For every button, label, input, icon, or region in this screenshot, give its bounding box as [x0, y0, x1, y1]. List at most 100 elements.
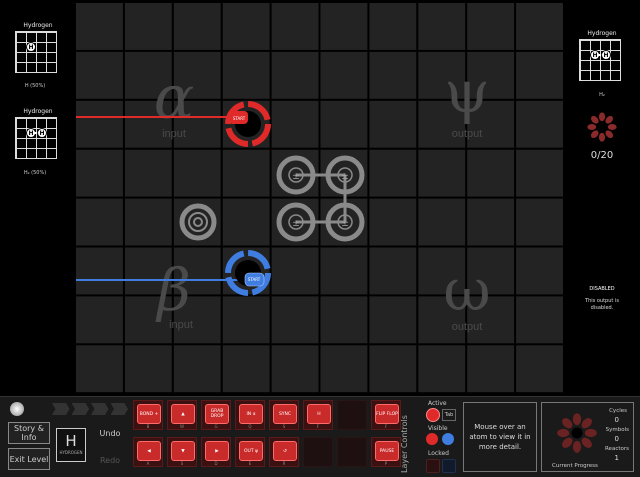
reactor-tile[interactable] [76, 3, 123, 50]
reactor-tile[interactable] [369, 198, 417, 246]
instruction-bottom-0[interactable]: ◀ A [133, 437, 163, 467]
reactor-tile[interactable] [124, 345, 172, 393]
reactor-tile[interactable] [76, 51, 123, 99]
cycles-value: 0 [614, 416, 619, 424]
reactor-tile[interactable] [467, 345, 515, 393]
reactor-tile[interactable] [173, 3, 221, 50]
instruction-hotkey: B [146, 424, 150, 429]
instruction-top-5[interactable]: HF [303, 400, 333, 430]
reactor-tile[interactable] [320, 296, 368, 344]
instruction-top-6[interactable] [337, 400, 367, 430]
reactor-tile[interactable] [271, 247, 319, 295]
reactor-tile[interactable] [76, 345, 123, 393]
locked-red-toggle[interactable] [426, 459, 440, 473]
reactor-tile[interactable] [76, 149, 123, 197]
instruction-top-4[interactable]: SYNC S [269, 400, 299, 430]
reactor-tile[interactable] [369, 296, 417, 344]
reactor-tile[interactable] [320, 51, 368, 99]
reactor-grid[interactable]: α input ψ output β input ω output START … [0, 0, 640, 400]
reactor-tile[interactable] [76, 247, 123, 295]
speed-arrows[interactable] [52, 403, 128, 415]
current-progress-icon [557, 413, 597, 453]
reactor-tile[interactable] [271, 345, 319, 393]
instruction-top-1[interactable]: ▲ W [167, 400, 197, 430]
reactor-tile[interactable] [369, 100, 417, 148]
reactor-tile[interactable] [320, 345, 368, 393]
instruction-top-3[interactable]: IN αQ [235, 400, 265, 430]
reactor-tile[interactable] [320, 100, 368, 148]
instruction-label: IN α [239, 404, 263, 424]
reactor-tile[interactable] [76, 296, 123, 344]
reactor-tile[interactable] [222, 51, 270, 99]
instruction-bottom-3[interactable]: OUT ψE [235, 437, 265, 467]
reactor-tile[interactable] [418, 3, 466, 50]
reactor-tile[interactable] [516, 296, 563, 344]
reactor-tile[interactable] [222, 296, 270, 344]
reactor-tile[interactable] [467, 198, 515, 246]
reactor-tile[interactable] [76, 100, 123, 148]
instruction-bottom-7[interactable]: PAUSE P [371, 437, 401, 467]
reactor-tile[interactable] [516, 345, 563, 393]
reactor-tile[interactable] [467, 3, 515, 50]
instruction-bottom-2[interactable]: ▶ D [201, 437, 231, 467]
reactor-tile[interactable] [222, 345, 270, 393]
reactor-tile[interactable] [222, 3, 270, 50]
reactor-tile[interactable] [418, 149, 466, 197]
instruction-top-2[interactable]: GRAB DROP G [201, 400, 231, 430]
locked-blue-toggle[interactable] [442, 459, 456, 473]
reactor-tile[interactable] [222, 149, 270, 197]
reactor-tile[interactable] [76, 198, 123, 246]
reactor-tile[interactable] [124, 3, 172, 50]
reactor-tile[interactable] [271, 296, 319, 344]
reactor-tile[interactable] [516, 247, 563, 295]
reactor-tile[interactable] [320, 247, 368, 295]
reactor-tile[interactable] [369, 149, 417, 197]
instruction-bottom-5[interactable] [303, 437, 333, 467]
reactor-tile[interactable] [369, 51, 417, 99]
reactor-tile[interactable] [173, 345, 221, 393]
reactor-tile[interactable] [516, 3, 563, 50]
active-label: Active [428, 400, 447, 407]
instruction-bottom-1[interactable]: ▼ S [167, 437, 197, 467]
reactor-tile[interactable] [516, 149, 563, 197]
exit-level-button[interactable]: Exit Level [8, 448, 50, 470]
reactor-tile[interactable] [418, 345, 466, 393]
reactor-tile[interactable] [516, 51, 563, 99]
instruction-top-0[interactable]: BOND + B [133, 400, 163, 430]
element-name: HYDROGEN [59, 450, 83, 455]
output-panel: Hydrogen H H H₂ 0/20 DISABLED This outpu… [565, 0, 640, 395]
reactor-tile[interactable] [271, 100, 319, 148]
reactor-tile[interactable] [124, 149, 172, 197]
reactor-tile[interactable] [418, 198, 466, 246]
active-red-waldo[interactable] [426, 408, 440, 422]
instruction-bottom-4[interactable]: ↺ R [269, 437, 299, 467]
reactor-tile[interactable] [320, 3, 368, 50]
output-psi-molecule-grid[interactable]: H H [579, 39, 621, 81]
progress-petal [562, 418, 573, 429]
undo-button[interactable]: Undo [92, 422, 128, 444]
reactor-tile[interactable] [271, 51, 319, 99]
reactor-tile[interactable] [369, 345, 417, 393]
instruction-label: ▼ [171, 441, 195, 461]
redo-button[interactable]: Redo [92, 450, 128, 470]
visible-red-toggle[interactable] [426, 433, 438, 445]
story-info-button[interactable]: Story & Info [8, 422, 50, 444]
reactor-tile[interactable] [124, 198, 172, 246]
visible-blue-toggle[interactable] [442, 433, 454, 445]
instruction-bottom-6[interactable] [337, 437, 367, 467]
reactor-tile[interactable] [173, 149, 221, 197]
reactor-tile[interactable] [271, 3, 319, 50]
reactor-tile[interactable] [369, 3, 417, 50]
reactor-tile[interactable] [516, 100, 563, 148]
reactor-tile[interactable] [222, 198, 270, 246]
bottom-bar: Story & Info Exit Level H HYDROGEN Undo … [0, 396, 640, 477]
reactor-tile[interactable] [369, 247, 417, 295]
instruction-label: PAUSE [375, 441, 399, 461]
reactor-tile[interactable] [467, 149, 515, 197]
instruction-label: GRAB DROP [205, 404, 229, 424]
reactor-tile[interactable] [516, 198, 563, 246]
stats-box: Cycles 0 Symbols 0 Reactors 1 Current Pr… [541, 402, 634, 472]
instruction-top-7[interactable]: FLIP FLOP F [371, 400, 401, 430]
region-psi-symbol: ψ [444, 58, 489, 126]
symbols-label: Symbols [605, 427, 629, 433]
